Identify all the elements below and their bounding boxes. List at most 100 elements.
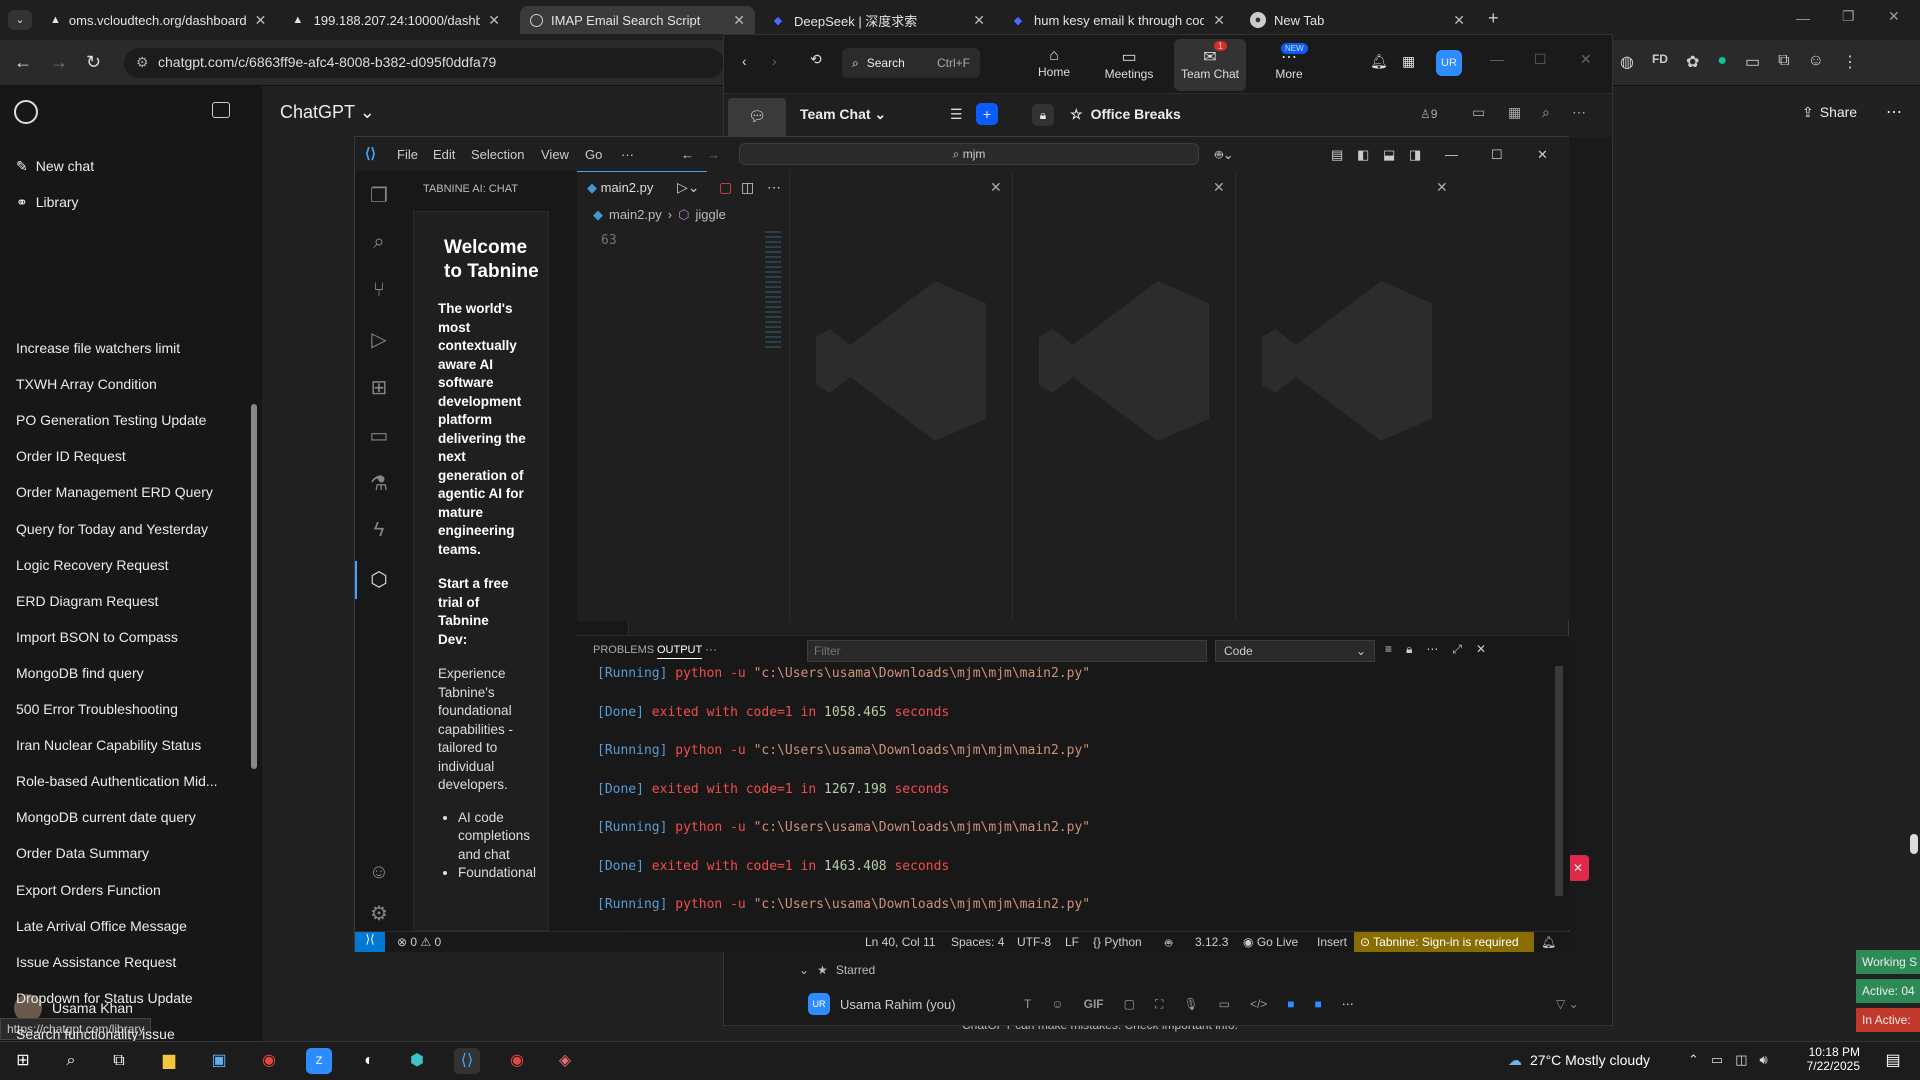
- chat-history-item[interactable]: Order Management ERD Query: [16, 484, 213, 500]
- forward-icon[interactable]: →: [50, 52, 68, 73]
- calendar-icon[interactable]: ▦: [1508, 104, 1521, 121]
- volume-icon[interactable]: 🔊︎: [1760, 1052, 1768, 1068]
- close-icon[interactable]: ✕: [733, 12, 745, 29]
- browser-tab[interactable]: ◆ DeepSeek | 深度求索 ✕: [760, 6, 995, 34]
- menu-edit[interactable]: Edit: [433, 147, 455, 162]
- app-icon[interactable]: ◐: [356, 1048, 382, 1074]
- menu-go[interactable]: Go: [585, 147, 602, 162]
- new-chat-button[interactable]: +: [976, 103, 998, 125]
- explorer-icon[interactable]: ❐: [367, 183, 391, 207]
- insert-mode[interactable]: Insert: [1317, 935, 1347, 949]
- close-icon[interactable]: ✕: [255, 12, 267, 29]
- tab-problems[interactable]: PROBLEMS: [593, 644, 654, 656]
- url-field[interactable]: ⚙ chatgpt.com/c/6863ff9e-afc4-8008-b382-…: [124, 48, 724, 78]
- close-button[interactable]: ✕: [1537, 147, 1548, 163]
- contact-item[interactable]: UR Usama Rahim (you): [808, 993, 956, 1015]
- send-options[interactable]: ▽ ⌄: [1556, 997, 1579, 1011]
- output-channel-select[interactable]: Code ⌄: [1215, 640, 1375, 662]
- app-icon[interactable]: ◈: [552, 1048, 578, 1074]
- encoding[interactable]: UTF-8: [1017, 935, 1051, 949]
- notifications-icon[interactable]: 🔔︎: [1541, 935, 1556, 949]
- split-editor-icon[interactable]: ◫: [741, 179, 754, 196]
- chat-history-item[interactable]: Iran Nuclear Capability Status: [16, 737, 201, 753]
- menu-view[interactable]: View: [541, 147, 569, 162]
- browser-tab[interactable]: ▲ oms.vcloudtech.org/dashboard ✕: [40, 6, 270, 34]
- copilot-icon[interactable]: 🤖︎: [1165, 935, 1172, 952]
- python-version[interactable]: 3.12.3: [1195, 935, 1228, 949]
- vscode-icon[interactable]: ⟨⟩: [454, 1048, 480, 1074]
- chat-history-item[interactable]: Export Orders Function: [16, 882, 161, 898]
- problems-counter[interactable]: ⊗ 0 ⚠ 0: [397, 935, 441, 949]
- openai-logo-icon[interactable]: [14, 100, 38, 124]
- team-chat-title[interactable]: Team Chat ⌄: [800, 106, 886, 123]
- more-icon[interactable]: ⋯: [1572, 104, 1586, 121]
- bell-icon[interactable]: 🔔︎: [1370, 53, 1388, 70]
- fd-extension-icon[interactable]: FD: [1652, 52, 1668, 72]
- tabnine-status[interactable]: ⊙ Tabnine: Sign-in is required: [1354, 932, 1534, 952]
- calendar-icon[interactable]: ▦: [1402, 53, 1415, 70]
- chat-history-item[interactable]: Role-based Authentication Mid...: [16, 773, 218, 789]
- sidebar-toggle-icon[interactable]: [212, 102, 230, 118]
- search-icon[interactable]: ⌕: [367, 231, 391, 255]
- search-icon[interactable]: ⌕: [58, 1048, 84, 1074]
- filter-input[interactable]: [807, 640, 1207, 662]
- tabnine-icon[interactable]: ⬡: [367, 567, 391, 591]
- chrome-icon[interactable]: ◉: [256, 1048, 282, 1074]
- extension-icon[interactable]: ✿: [1686, 52, 1699, 72]
- gif-button[interactable]: GIF: [1084, 997, 1104, 1012]
- chat-history-item[interactable]: Logic Recovery Request: [16, 557, 169, 573]
- tab-search-button[interactable]: ⌄: [8, 10, 32, 30]
- minimap[interactable]: [765, 231, 781, 351]
- screenshot-icon[interactable]: ⛶: [1155, 997, 1163, 1012]
- maximize-button[interactable]: ☐: [1491, 147, 1503, 163]
- notifications-icon[interactable]: ▤: [1880, 1048, 1906, 1074]
- chat-app-icon[interactable]: 💬︎: [728, 98, 786, 138]
- network-icon[interactable]: ◫: [1735, 1052, 1747, 1068]
- weather-widget[interactable]: ☁ 27°C Mostly cloudy: [1508, 1052, 1650, 1069]
- close-icon[interactable]: ✕: [1213, 179, 1225, 196]
- file-explorer-icon[interactable]: ▆: [156, 1048, 182, 1074]
- toggle-panel-icon[interactable]: ⬓: [1383, 147, 1395, 163]
- chat-history-item[interactable]: Import BSON to Compass: [16, 629, 178, 645]
- monitor-icon[interactable]: ▭: [1711, 1052, 1723, 1068]
- forward-icon[interactable]: →: [707, 147, 720, 162]
- chat-history-item[interactable]: PO Generation Testing Update: [16, 412, 206, 428]
- cursor-position[interactable]: Ln 40, Col 11: [865, 935, 936, 949]
- filter-icon[interactable]: ☰: [950, 106, 963, 123]
- mic-icon[interactable]: 🎙︎: [1183, 997, 1198, 1012]
- menu-file[interactable]: File: [397, 147, 418, 162]
- puzzle-icon[interactable]: ⧉: [1778, 52, 1789, 72]
- browser-tab[interactable]: ▲ 199.188.207.24:10000/dashboar ✕: [280, 6, 510, 34]
- close-icon[interactable]: ✕: [1436, 179, 1448, 196]
- app-icon[interactable]: ⬢: [404, 1048, 430, 1074]
- close-icon[interactable]: ✕: [488, 12, 500, 29]
- indentation[interactable]: Spaces: 4: [951, 935, 1004, 949]
- new-chat-button[interactable]: ✎ New chat: [16, 158, 94, 175]
- scroll-down-handle[interactable]: [1910, 834, 1918, 854]
- history-icon[interactable]: ⟲: [810, 51, 822, 68]
- model-selector[interactable]: ChatGPT ⌄: [280, 102, 375, 123]
- minimize-button[interactable]: —: [1490, 51, 1504, 67]
- avatar[interactable]: UR: [1436, 50, 1462, 76]
- app-icon[interactable]: ■: [1287, 997, 1294, 1012]
- nav-more[interactable]: ⋯ NEW More: [1259, 43, 1319, 81]
- chat-history-item[interactable]: Dropdown for Status Update: [16, 990, 193, 1006]
- breadcrumb[interactable]: ◆ main2.py › ⬡ jiggle: [593, 207, 726, 223]
- members-count[interactable]: ♙9: [1420, 107, 1437, 121]
- forward-icon[interactable]: ›: [772, 53, 777, 69]
- close-icon[interactable]: ✕: [973, 12, 985, 29]
- profile-icon[interactable]: ☺: [1808, 52, 1824, 72]
- chrome-icon[interactable]: ◉: [504, 1048, 530, 1074]
- chat-history-item[interactable]: ERD Diagram Request: [16, 593, 158, 609]
- globe-icon[interactable]: ◍: [1620, 52, 1634, 72]
- toggle-sidebar-icon[interactable]: ◧: [1357, 147, 1369, 163]
- menu-icon[interactable]: ⋮: [1842, 52, 1858, 72]
- chat-history-item[interactable]: MongoDB find query: [16, 665, 144, 681]
- starred-section[interactable]: ⌄ ★ Starred: [799, 963, 875, 977]
- chat-history-item[interactable]: Late Arrival Office Message: [16, 918, 187, 934]
- account-icon[interactable]: ☺: [367, 861, 391, 885]
- task-view-icon[interactable]: ⧉: [106, 1048, 132, 1074]
- maximize-button[interactable]: ☐: [1534, 51, 1547, 68]
- chat-history-item[interactable]: Query for Today and Yesterday: [16, 521, 208, 537]
- browser-tab[interactable]: ● New Tab ✕: [1240, 6, 1475, 34]
